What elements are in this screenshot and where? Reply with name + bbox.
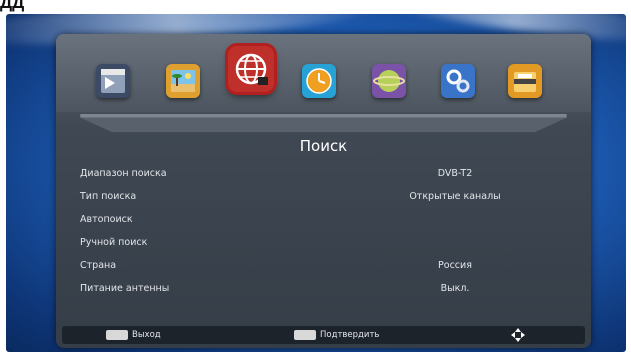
picture-icon[interactable] [166, 64, 200, 98]
tv-screen: Поиск Диапазон поиска DVB-T2 Тип поиска … [6, 14, 626, 352]
clock-icon[interactable] [302, 64, 336, 98]
ok-key-icon [294, 330, 316, 340]
folder-icon[interactable] [508, 64, 542, 98]
icon-shelf [80, 114, 567, 133]
row-label: Питание антенны [80, 283, 170, 294]
menu-row-search-range[interactable]: Диапазон поиска DVB-T2 [80, 165, 570, 183]
gear-icon[interactable] [441, 64, 475, 98]
menu-row-search-type[interactable]: Тип поиска Открытые каналы [80, 188, 570, 206]
menu-row-manual-search[interactable]: Ручной поиск [80, 234, 570, 252]
hint-bar: Выход Подтвердить [62, 326, 585, 344]
exit-key-icon [106, 330, 128, 340]
row-value: Выкл. [440, 283, 470, 294]
row-label: Диапазон поиска [80, 168, 167, 179]
row-value: DVB-T2 [437, 168, 473, 179]
row-label: Тип поиска [80, 191, 137, 202]
row-label: Автопоиск [80, 214, 133, 225]
row-value: Россия [438, 260, 472, 271]
globe-icon[interactable] [228, 46, 274, 92]
page-title: Поиск [299, 137, 348, 155]
menu-row-country[interactable]: Страна Россия [80, 257, 570, 275]
planet-icon[interactable] [372, 64, 406, 98]
top-label: ДД [0, 0, 25, 12]
row-label: Страна [80, 260, 117, 271]
menu-row-auto-search[interactable]: Автопоиск [80, 211, 570, 229]
dpad-icon [511, 328, 525, 342]
icon-bar [56, 34, 591, 112]
row-value: Открытые каналы [409, 191, 501, 202]
settings-panel: Поиск Диапазон поиска DVB-T2 Тип поиска … [56, 34, 591, 348]
ok-hint: Подтвердить [320, 330, 380, 340]
exit-hint: Выход [132, 330, 161, 340]
row-label: Ручной поиск [80, 237, 148, 248]
video-clapper-icon[interactable] [96, 64, 130, 98]
menu-row-antenna-power[interactable]: Питание антенны Выкл. [80, 280, 570, 298]
